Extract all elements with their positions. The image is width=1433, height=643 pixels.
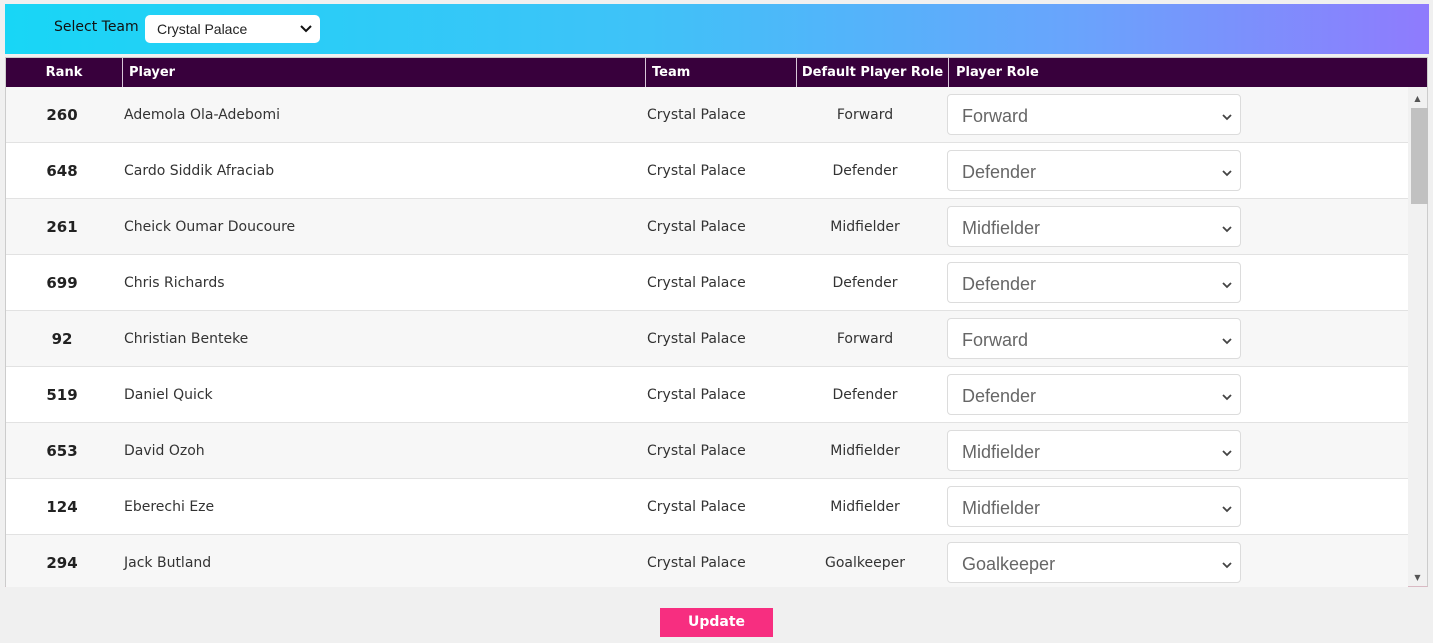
player-role-value: Midfielder (962, 218, 1041, 238)
table-row: 699 Chris Richards Crystal Palace Defender D… (6, 255, 1408, 311)
team-cell: Crystal Palace (647, 499, 746, 515)
column-header-default-role: Default Player Role (796, 58, 948, 87)
player-role-value: Defender (962, 386, 1037, 406)
column-header-rank: Rank (45, 65, 83, 80)
team-select-value: Crystal Palace (157, 21, 248, 37)
chevron-down-icon (1221, 164, 1233, 185)
chevron-down-icon (1221, 108, 1233, 129)
player-role-value: Goalkeeper (962, 554, 1056, 574)
table-body: 260 Ademola Ola-Adebomi Crystal Palace Forw… (6, 87, 1408, 587)
table-row: 261 Cheick Oumar Doucoure Crystal Palace Mi… (6, 199, 1408, 255)
player-role-value: Midfielder (962, 498, 1041, 518)
team-cell: Crystal Palace (647, 555, 746, 571)
rank-cell: 261 (46, 218, 78, 236)
default-role-cell: Forward (836, 331, 894, 347)
rank-cell: 653 (46, 442, 78, 460)
team-cell: Crystal Palace (647, 163, 746, 179)
team-cell: Crystal Palace (647, 107, 746, 123)
default-role-cell: Defender (832, 163, 898, 179)
select-team-label: Select Team (54, 19, 139, 35)
default-role-cell: Defender (832, 387, 898, 403)
default-role-cell: Defender (832, 275, 898, 291)
team-cell: Crystal Palace (647, 387, 746, 403)
default-role-cell: Forward (836, 107, 894, 123)
column-header-team: Team (645, 58, 797, 87)
team-select-dropdown[interactable]: Crystal Palace (145, 15, 320, 43)
player-name-cell: David Ozoh (124, 443, 205, 459)
rank-cell: 519 (46, 386, 78, 404)
chevron-down-icon (299, 20, 313, 39)
page: Select Team Crystal Palace Rank Player T… (0, 0, 1433, 643)
player-role-dropdown[interactable]: Forward (947, 94, 1241, 135)
player-role-dropdown[interactable]: Goalkeeper (947, 542, 1241, 583)
rank-cell: 260 (46, 106, 78, 124)
player-name-cell: Christian Benteke (124, 331, 249, 347)
chevron-down-icon (1221, 444, 1233, 465)
player-role-value: Midfielder (962, 442, 1041, 462)
table-row: 124 Eberechi Eze Crystal Palace Midfielder M… (6, 479, 1408, 535)
player-role-dropdown[interactable]: Defender (947, 374, 1241, 415)
table-row: 92 Christian Benteke Crystal Palace Forward… (6, 311, 1408, 367)
chevron-down-icon (1221, 556, 1233, 577)
default-role-cell: Goalkeeper (825, 555, 905, 571)
player-role-dropdown[interactable]: Forward (947, 318, 1241, 359)
chevron-down-icon (1221, 332, 1233, 353)
rank-cell: 699 (46, 274, 78, 292)
table-row: 519 Daniel Quick Crystal Palace Defender Def… (6, 367, 1408, 423)
update-button[interactable]: Update (660, 608, 773, 637)
table-row: 294 Jack Butland Crystal Palace Goalkeeper G… (6, 535, 1408, 587)
player-name-cell: Jack Butland (124, 555, 212, 571)
player-name-cell: Eberechi Eze (124, 499, 215, 515)
player-name-cell: Daniel Quick (124, 387, 213, 403)
player-role-dropdown[interactable]: Defender (947, 262, 1241, 303)
column-header-player: Player (122, 58, 646, 87)
table-row: 653 David Ozoh Crystal Palace Midfielder Mid… (6, 423, 1408, 479)
player-role-value: Defender (962, 162, 1037, 182)
player-role-dropdown[interactable]: Defender (947, 150, 1241, 191)
table-header: Rank Player Team Default Player Role Pla… (6, 58, 1427, 87)
player-role-dropdown[interactable]: Midfielder (947, 206, 1241, 247)
scroll-up-arrow-icon[interactable]: ▲ (1408, 90, 1427, 107)
rank-cell: 294 (46, 554, 78, 572)
default-role-cell: Midfielder (830, 219, 900, 235)
table-scrollbar[interactable]: ▲ ▼ (1408, 87, 1428, 586)
default-role-cell: Midfielder (830, 499, 900, 515)
player-role-value: Defender (962, 274, 1037, 294)
chevron-down-icon (1221, 276, 1233, 297)
default-role-cell: Midfielder (830, 443, 900, 459)
player-role-value: Forward (962, 106, 1029, 126)
rank-cell: 648 (46, 162, 78, 180)
player-name-cell: Cheick Oumar Doucoure (124, 219, 296, 235)
player-role-value: Forward (962, 330, 1029, 350)
player-role-dropdown[interactable]: Midfielder (947, 486, 1241, 527)
player-table: Rank Player Team Default Player Role Pla… (5, 57, 1428, 587)
player-role-dropdown[interactable]: Midfielder (947, 430, 1241, 471)
team-cell: Crystal Palace (647, 331, 746, 347)
team-cell: Crystal Palace (647, 443, 746, 459)
chevron-down-icon (1221, 500, 1233, 521)
table-row: 260 Ademola Ola-Adebomi Crystal Palace Forw… (6, 87, 1408, 143)
rank-cell: 92 (51, 330, 73, 348)
team-selector-bar: Select Team Crystal Palace (5, 4, 1429, 54)
scrollbar-thumb[interactable] (1411, 108, 1428, 204)
team-cell: Crystal Palace (647, 275, 746, 291)
chevron-down-icon (1221, 220, 1233, 241)
player-name-cell: Cardo Siddik Afraciab (124, 163, 275, 179)
column-header-player-role: Player Role (948, 58, 1427, 87)
player-name-cell: Ademola Ola-Adebomi (124, 107, 280, 123)
table-row: 648 Cardo Siddik Afraciab Crystal Palace De… (6, 143, 1408, 199)
chevron-down-icon (1221, 388, 1233, 409)
rank-cell: 124 (46, 498, 78, 516)
team-cell: Crystal Palace (647, 219, 746, 235)
scroll-down-arrow-icon[interactable]: ▼ (1408, 569, 1427, 586)
player-name-cell: Chris Richards (124, 275, 225, 291)
